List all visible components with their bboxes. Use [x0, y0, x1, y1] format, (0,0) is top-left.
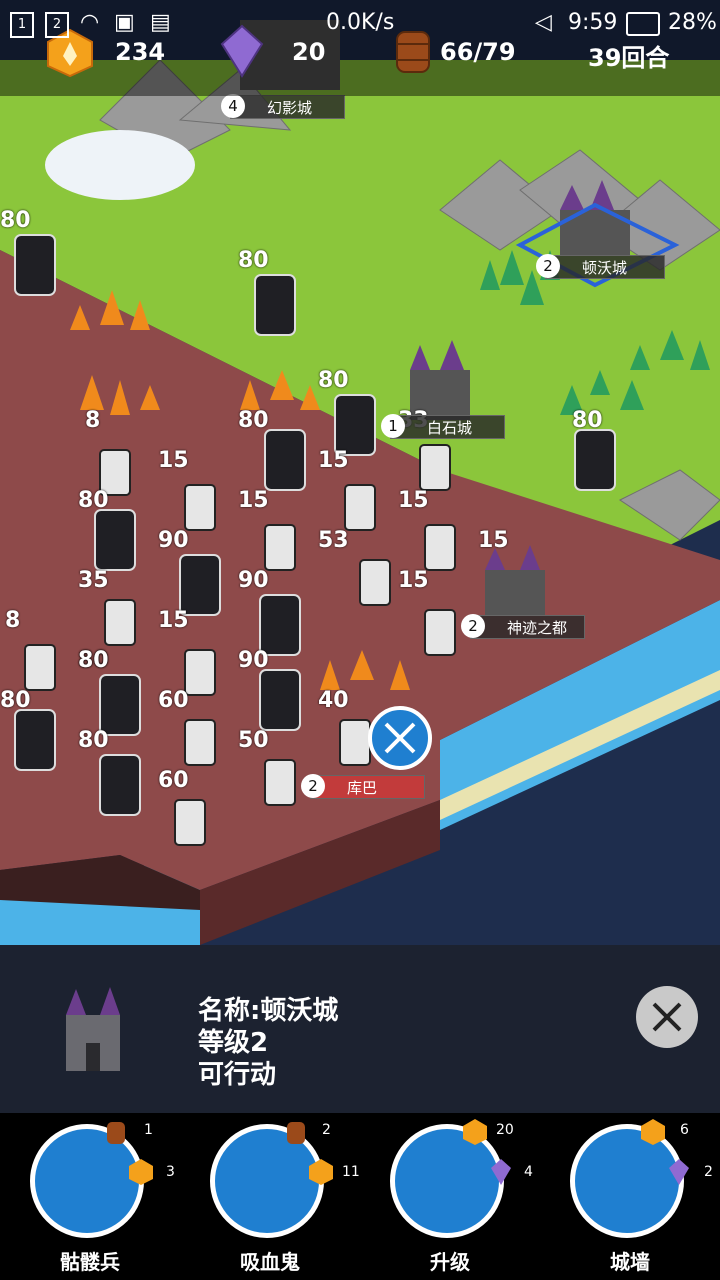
unit-hp-label: 60 — [158, 688, 189, 713]
unit-hp-label: 80 — [238, 248, 269, 273]
city-level-badge: 2 — [461, 614, 485, 638]
gold-cost-icon — [309, 1159, 333, 1185]
city-label-huanying[interactable]: 4 幻影城 — [221, 94, 345, 119]
city-name: 白石城 — [427, 419, 473, 437]
castle-icon — [66, 987, 120, 1071]
sdcard-icon: ▤ — [150, 10, 171, 35]
city-level-badge: 1 — [381, 414, 405, 438]
barrel-cost: 2 — [322, 1122, 331, 1138]
city-label-baishi[interactable]: 1 白石城 — [381, 414, 505, 439]
city-info-panel — [0, 945, 720, 1113]
sim-icon: 1 — [10, 12, 34, 38]
barrel-cost-icon — [287, 1122, 305, 1144]
gold-cost-icon — [463, 1119, 487, 1145]
unit-hp-label: 8 — [85, 408, 101, 433]
unit-hp-label: 80 — [572, 408, 603, 433]
gold-cost-icon — [129, 1159, 153, 1185]
unit-hp-label: 35 — [78, 568, 109, 593]
city-label-dunwo[interactable]: 2 顿沃城 — [536, 254, 665, 279]
unit-hp-label: 15 — [398, 568, 429, 593]
city-label-kuba[interactable]: 2 库巴 — [301, 774, 425, 799]
unit-hp-label: 80 — [0, 208, 31, 233]
action-label: 城墙 — [610, 1250, 650, 1274]
city-name: 神迹之都 — [507, 619, 568, 637]
city-name: 幻影城 — [267, 99, 313, 117]
unit-hp-label: 80 — [78, 728, 109, 753]
attack-swords-icon[interactable] — [368, 706, 432, 770]
crystal-cost-icon — [491, 1159, 511, 1185]
action-label: 吸血鬼 — [240, 1250, 300, 1274]
unit-hp-label: 80 — [78, 488, 109, 513]
action-label: 骷髅兵 — [60, 1250, 120, 1274]
unit-hp-label: 15 — [238, 488, 269, 513]
unit-hp-label: 40 — [318, 688, 349, 713]
game-map[interactable] — [0, 0, 720, 945]
unit-hp-label: 8 — [5, 608, 21, 633]
unit-hp-label: 15 — [158, 608, 189, 633]
wifi-icon: ◠ — [80, 10, 100, 35]
crystal-cost: 2 — [704, 1164, 713, 1180]
unit-hp-label: 15 — [318, 448, 349, 473]
close-icon — [652, 1002, 682, 1032]
city-status-info: 可行动 — [198, 1060, 277, 1090]
snow-dome — [45, 130, 195, 200]
gold-cost-icon — [641, 1119, 665, 1145]
status-bar: 1 2 ◠ ▣ ▤ 0.0K/s ◁ 9:59 28% — [0, 0, 720, 50]
city-level-badge: 2 — [536, 254, 560, 278]
gold-cost: 20 — [496, 1122, 514, 1138]
city-label-shenji[interactable]: 2 神迹之都 — [461, 614, 585, 639]
build-wall-button[interactable]: 6 2 城墙 — [540, 1119, 720, 1280]
unit-hp-label: 80 — [318, 368, 349, 393]
unit-hp-label: 80 — [78, 648, 109, 673]
mute-icon: ◁ — [535, 10, 552, 35]
unit-hp-label: 15 — [398, 488, 429, 513]
battery-percent: 28% — [668, 10, 717, 35]
unit-hp-label: 53 — [318, 528, 349, 553]
clock: 9:59 — [568, 10, 618, 35]
close-button[interactable] — [636, 986, 698, 1048]
action-label: 升级 — [430, 1250, 470, 1274]
unit-hp-label: 60 — [158, 768, 189, 793]
barrel-cost: 1 — [144, 1122, 153, 1138]
sim-icon: 2 — [45, 12, 69, 38]
train-vampire-button[interactable]: 2 11 吸血鬼 — [180, 1120, 360, 1280]
gold-cost: 3 — [166, 1164, 175, 1180]
city-level-badge: 2 — [301, 774, 325, 798]
battery-icon — [626, 12, 660, 36]
city-name: 库巴 — [347, 779, 378, 797]
unit-hp-label: 50 — [238, 728, 269, 753]
unit-hp-label: 90 — [238, 568, 269, 593]
crystal-cost-icon — [669, 1159, 689, 1185]
unit-hp-label: 80 — [238, 408, 269, 433]
gold-cost: 11 — [342, 1164, 360, 1180]
train-skeleton-button[interactable]: 1 3 骷髅兵 — [0, 1120, 180, 1280]
city-level-badge: 4 — [221, 94, 245, 118]
unit-hp-label: 80 — [0, 688, 31, 713]
unit-hp-label: 15 — [158, 448, 189, 473]
unit-hp-label: 15 — [478, 528, 509, 553]
wall-icon — [570, 1124, 684, 1238]
network-speed: 0.0K/s — [326, 10, 395, 35]
barrel-cost-icon — [107, 1122, 125, 1144]
unit-hp-label: 90 — [238, 648, 269, 673]
city-name: 顿沃城 — [582, 259, 628, 277]
upgrade-city-button[interactable]: 20 4 升级 — [360, 1119, 540, 1280]
unit-hp-label: 90 — [158, 528, 189, 553]
image-icon: ▣ — [114, 10, 135, 35]
crystal-cost: 4 — [524, 1164, 533, 1180]
gold-cost: 6 — [680, 1122, 689, 1138]
